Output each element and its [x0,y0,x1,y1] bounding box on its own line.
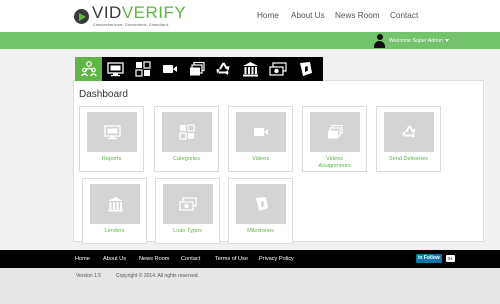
video-camera-icon [162,65,177,73]
vidverify-logo[interactable]: VIDVERIFY Comprehensive. Convenient. Com… [74,4,186,28]
tab-loan-types[interactable] [264,57,291,81]
nav-news-room[interactable]: News Room [335,11,380,20]
footer-link-about-us[interactable]: About Us [103,256,126,262]
tile-thumbnail [162,112,212,152]
linkedin-follower-count: 34 [445,255,455,262]
money-icon [179,196,197,211]
video-camera-icon [254,128,268,136]
bank-icon [107,197,123,212]
footer-link-home[interactable]: Home [75,256,90,262]
tile-video-assignments[interactable]: Videos Assignments [302,106,367,172]
page: VIDVERIFY Comprehensive. Convenient. Com… [0,0,500,304]
tab-milestones[interactable] [291,57,318,81]
tile-label: Lenders [104,228,125,234]
user-menu[interactable]: Welcome Super Admin [373,33,449,48]
tab-reports[interactable] [102,57,129,81]
user-avatar-icon [373,33,386,48]
tile-thumbnail [310,112,360,152]
money-icon [268,61,287,76]
tile-lenders[interactable]: Lenders [82,178,147,244]
tile-milestones[interactable]: Milestones [228,178,293,244]
tile-send-deliveries[interactable]: Send Deliveries [376,106,441,172]
tab-users[interactable] [75,57,102,81]
tab-categories[interactable] [129,57,156,81]
tile-thumbnail [87,112,137,152]
logo-word-vid: VID [92,3,122,22]
sub-footer [0,268,500,304]
nav-about-us[interactable]: About Us [291,11,325,20]
nav-contact[interactable]: Contact [390,11,418,20]
user-greeting: Welcome Super Admin [389,37,443,44]
logo-wordmark: VIDVERIFY [92,4,186,22]
tile-thumbnail [163,184,213,224]
play-icon [74,9,89,24]
tile-videos[interactable]: Videos [228,106,293,172]
nav-home[interactable]: Home [257,11,279,20]
tile-label: Send Deliveries [388,156,429,162]
footer-link-news-room[interactable]: News Room [139,256,169,262]
page-title: Dashboard [79,89,128,100]
linkedin-follow-button[interactable]: in Follow 34 [416,254,455,263]
bank-icon [243,62,258,77]
milestones-icon [256,197,268,211]
tile-label: Videos [251,156,269,162]
logo-tagline: Comprehensive. Convenient. Compliant. [93,23,170,27]
reports-icon [103,124,121,139]
categories-icon [179,124,195,140]
video-assignments-icon [328,124,343,139]
tile-thumbnail [236,112,286,152]
tile-loan-types[interactable]: Loan Types [155,178,220,244]
tab-video-assignments[interactable] [183,57,210,81]
copyright-text: Copyright © 2014. All rights reserved. [116,273,199,279]
tile-label: Milestones [247,228,274,234]
tab-videos[interactable] [156,57,183,81]
logo-word-verify: VERIFY [121,3,187,22]
video-assignments-icon [189,61,205,76]
linkedin-icon: in Follow [416,254,442,263]
categories-icon [134,61,151,77]
module-toolbar [75,57,323,81]
reports-icon [107,61,124,76]
tile-thumbnail [384,112,434,152]
footer-link-privacy[interactable]: Privacy Policy [259,256,294,262]
tile-label: Categories [172,156,201,162]
chevron-down-icon [444,39,449,42]
version-label: Version 1.5 [76,273,102,279]
tile-label: Videos Assignments [318,156,351,169]
footer-link-terms[interactable]: Terms of Use [215,256,248,262]
tile-label: Reports [101,156,122,162]
recycle-icon [216,61,230,75]
footer-link-contact[interactable]: Contact [181,256,200,262]
tile-label: Loan Types [173,228,202,234]
tab-lenders[interactable] [237,57,264,81]
tile-thumbnail [90,184,140,224]
tab-send-deliveries[interactable] [210,57,237,81]
users-icon [80,61,97,77]
recycle-icon [402,124,415,138]
tile-thumbnail [236,184,286,224]
milestones-icon [299,62,312,76]
tile-categories[interactable]: Categories [154,106,219,172]
tile-reports[interactable]: Reports [79,106,144,172]
